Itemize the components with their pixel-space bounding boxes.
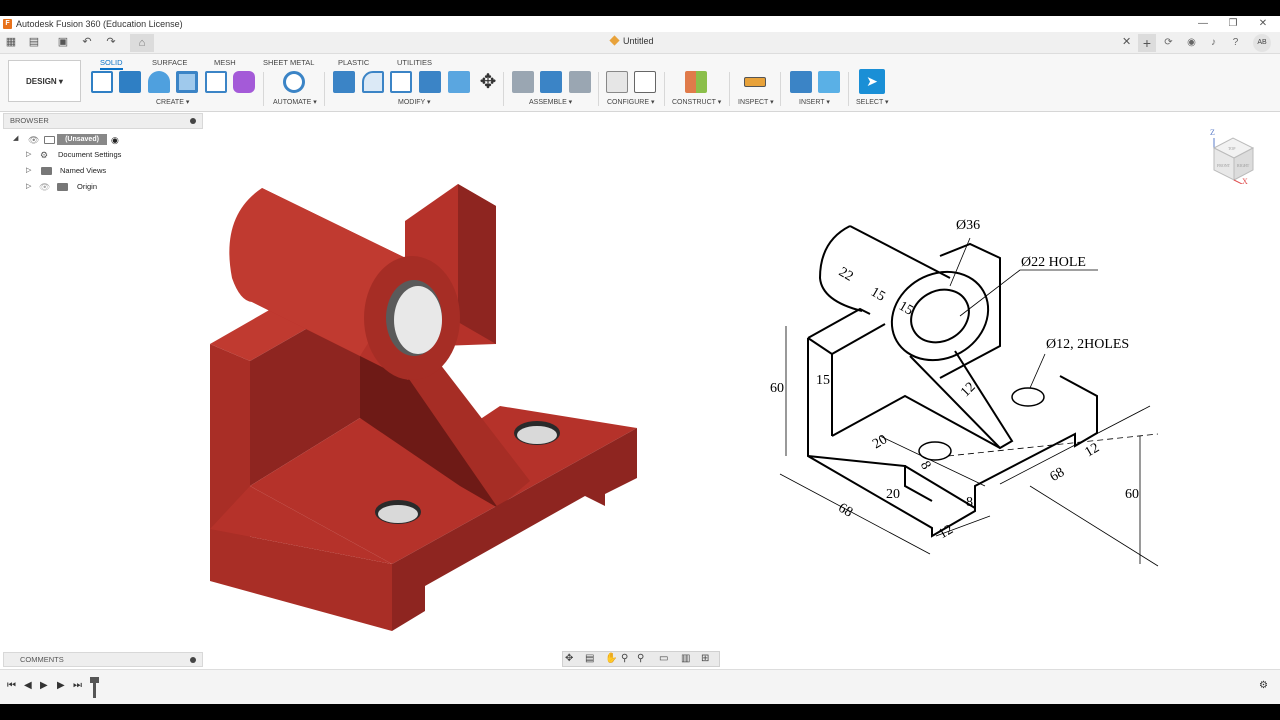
orbit-icon[interactable]: ✥ [565, 653, 573, 664]
timeline-settings-gear-icon[interactable]: ⚙ [1259, 680, 1268, 691]
axis-x-label: X [1242, 177, 1248, 184]
timeline-prev-icon[interactable]: ◀ [24, 680, 32, 691]
display-settings-icon[interactable]: ▭ [659, 653, 668, 664]
dim-width-front: 68 [835, 501, 855, 521]
dim-slot-width: 12 [936, 522, 956, 542]
timeline-next-icon[interactable]: ▶ [57, 680, 65, 691]
dim-cyl-15a: 15 [868, 285, 888, 305]
comments-title: COMMENTS [20, 655, 64, 664]
drawing-cylinder-hole [910, 288, 970, 344]
fusion-app-window: F Autodesk Fusion 360 (Education License… [0, 16, 1280, 704]
grid-snaps-icon[interactable]: ▥ [681, 653, 690, 664]
comments-add-icon[interactable] [190, 657, 196, 663]
drawing-cylinder-end [890, 270, 990, 362]
pan-hand-icon[interactable]: ✋ [605, 653, 617, 664]
dim-slot-right: 12 [1082, 440, 1102, 460]
drawing-left-plate-top [807, 307, 871, 339]
cylinder-bore [394, 286, 442, 354]
drawing-left-plate-edge [831, 323, 886, 355]
base-hole-front-inner [378, 505, 418, 523]
viewcube-right-label: RIGHT [1237, 163, 1250, 168]
dimension-text: Ø36 Ø22 HOLE Ø12, 2HOLES 60 68 68 60 15 … [770, 218, 1139, 542]
dim-cyl-15b: 15 [896, 299, 916, 319]
dim-height-right: 60 [1125, 487, 1139, 502]
timeline-bar: ⏮ ◀ ▶ ▶ ⏭ ⚙ [0, 669, 1280, 704]
comments-panel-header[interactable]: COMMENTS [3, 652, 203, 667]
dim-cyl-offset: 22 [836, 265, 856, 285]
dim-hole-edge: 20 [870, 432, 890, 452]
drawing-cylinder-top-line [849, 225, 951, 279]
navigation-bar: ✥ ▤ ✋ ⚲ ⚲ ▭ ▥ ⊞ [562, 651, 720, 667]
dim-base-holes: Ø12, 2HOLES [1046, 337, 1129, 352]
fit-zoom-icon[interactable]: ⚲ [637, 653, 644, 664]
timeline-last-icon[interactable]: ⏭ [73, 680, 82, 691]
dim-cylinder-diameter: Ø36 [956, 218, 980, 233]
drawing-base-front-step [807, 455, 933, 502]
red-bracket-model [210, 184, 637, 631]
base-hole-rear-inner [517, 426, 557, 444]
dim-base-height: 20 [886, 487, 900, 502]
drawing-rib [909, 350, 1014, 450]
viewports-icon[interactable]: ⊞ [701, 653, 709, 664]
dim-depth-right: 68 [1048, 465, 1068, 485]
back-plate-side-face [458, 184, 496, 344]
timeline-play-icon[interactable]: ▶ [40, 680, 48, 691]
timeline-marker[interactable] [90, 677, 99, 698]
drawing-hole-rear [1011, 387, 1045, 407]
dim-slot-depth: 8 [966, 495, 973, 510]
look-at-icon[interactable]: ▤ [585, 653, 594, 664]
dim-hole-spacing: 8 [917, 459, 933, 473]
isometric-drawing: Ø36 Ø22 HOLE Ø12, 2HOLES 60 68 68 60 15 … [770, 218, 1159, 567]
dim-height-left: 60 [770, 381, 784, 396]
viewcube-front-label: FRONT [1217, 163, 1231, 168]
dimension-lines [779, 237, 1159, 567]
viewcube-top-label: TOP [1228, 146, 1236, 151]
dim-hole-diameter: Ø22 HOLE [1021, 255, 1086, 270]
zoom-window-icon[interactable]: ⚲ [621, 653, 628, 664]
drawing-base-front-edge [904, 465, 976, 509]
model-viewport[interactable]: Ø36 Ø22 HOLE Ø12, 2HOLES 60 68 68 60 15 … [0, 16, 1280, 704]
viewcube[interactable]: Z TOP FRONT RIGHT X [1208, 126, 1260, 184]
dim-plate-thickness: 15 [816, 373, 830, 388]
timeline-first-icon[interactable]: ⏮ [7, 680, 16, 691]
axis-z-label: Z [1210, 128, 1215, 137]
